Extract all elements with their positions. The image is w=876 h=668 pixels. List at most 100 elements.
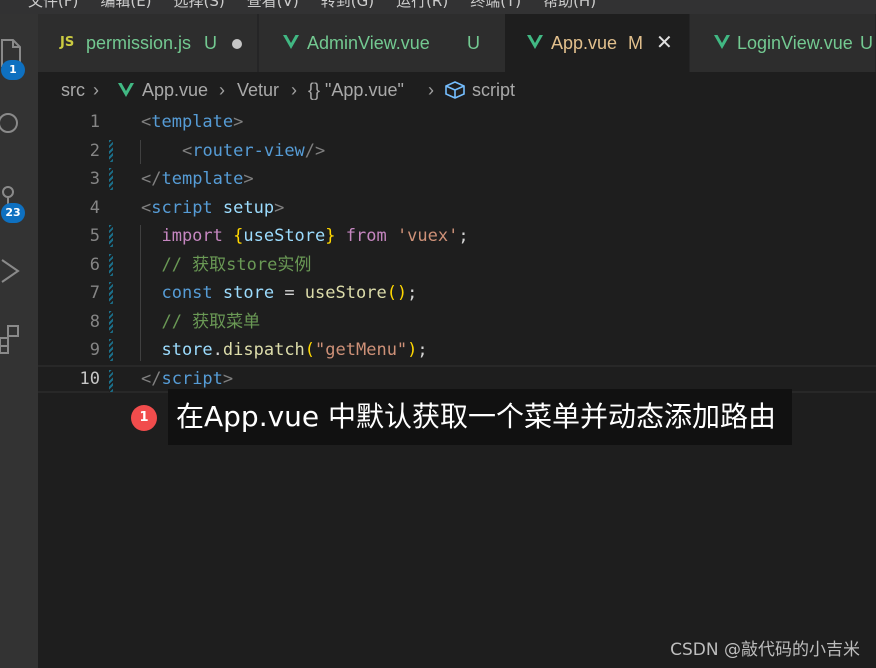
line-number: 9 (89, 340, 100, 360)
error-badge: 1 (131, 405, 157, 431)
code-line[interactable]: 1 <template> (38, 108, 876, 136)
code-token: ; (417, 340, 428, 360)
menu-item[interactable]: 终端(T) (470, 0, 521, 10)
line-number: 2 (89, 140, 100, 161)
menu-item[interactable]: 文件(F) (28, 0, 78, 10)
code-line[interactable]: 4 <script setup> (38, 194, 876, 222)
breadcrumb-app-vue-block[interactable]: {} "App.vue" (308, 72, 404, 108)
code-line[interactable]: 8 // 获取菜单 (38, 308, 876, 336)
breadcrumb: src › App.vue › Vetur › {} "App.vue" › s… (38, 72, 876, 108)
code-token: const (141, 283, 223, 303)
tab-status: M (628, 33, 643, 53)
tab-app-vue[interactable]: App.vue M ✕ (505, 14, 690, 72)
js-file-icon: JS (60, 35, 75, 50)
code-token: // 获取菜单 (141, 311, 261, 332)
cube-icon (445, 81, 465, 99)
code-line[interactable]: 7 const store = useStore(); (38, 279, 876, 307)
watermark: CSDN @敲代码的小吉米 (670, 640, 860, 660)
code-line[interactable]: 5 import {useStore} from 'vuex'; (38, 222, 876, 250)
code-text: <router-view/> (141, 137, 325, 165)
git-change-marker[interactable] (109, 225, 113, 247)
code-editor[interactable]: 1 <template> 2 <router-view/> 3 </template> 4… (38, 108, 876, 668)
code-line[interactable]: 6 // 获取store实例 (38, 251, 876, 279)
tab-status: U (860, 33, 873, 53)
tab-permission-js[interactable]: JS permission.js U (38, 14, 258, 72)
git-change-marker[interactable] (109, 139, 113, 162)
menu-item[interactable]: 帮助(H) (543, 0, 596, 10)
tab-status: U (467, 33, 480, 53)
tab-label: permission.js (86, 33, 192, 53)
line-number: 5 (89, 226, 100, 246)
code-text: store.dispatch("getMenu"); (141, 336, 428, 364)
code-token: < (141, 197, 152, 218)
code-line[interactable]: 9 store.dispatch("getMenu"); (38, 336, 876, 364)
git-change-marker[interactable] (109, 253, 113, 276)
code-token: < (141, 112, 152, 132)
code-token: </ (141, 169, 162, 189)
menu-item[interactable]: 编辑(E) (100, 0, 151, 10)
line-number: 3 (89, 169, 100, 189)
tab-admin-view[interactable]: AdminView.vue U (259, 14, 509, 72)
chevron-right-icon: › (291, 80, 297, 100)
code-line[interactable]: 2 <router-view/> (38, 137, 876, 165)
breadcrumb-src[interactable]: src (61, 72, 85, 108)
tab-login-view[interactable]: LoginView.vue U (690, 14, 876, 72)
code-token: /> (304, 140, 326, 161)
code-line[interactable]: 3 </template> (38, 165, 876, 193)
menu-item[interactable]: 转到(G) (321, 0, 374, 10)
line-number: 6 (89, 254, 100, 275)
git-change-marker[interactable] (109, 168, 113, 190)
breadcrumb-vetur[interactable]: Vetur (237, 72, 279, 108)
code-token: </ (141, 368, 162, 389)
line-number: 4 (89, 197, 100, 218)
code-token: () (386, 283, 408, 303)
unsaved-dot-icon[interactable] (232, 39, 242, 49)
git-change-marker[interactable] (109, 310, 113, 333)
code-token: setup (222, 197, 275, 218)
code-text: const store = useStore(); (141, 279, 417, 307)
code-token: script (161, 368, 223, 389)
code-token: script (151, 197, 213, 218)
git-change-marker[interactable] (109, 282, 113, 304)
code-token: < (181, 140, 193, 161)
tab-status: U (204, 33, 217, 53)
vue-file-icon (714, 35, 730, 49)
vue-file-icon (283, 35, 299, 49)
breadcrumb-app-vue[interactable]: App.vue (142, 72, 208, 108)
close-icon[interactable]: ✕ (656, 14, 673, 72)
menu-item[interactable]: 查看(V) (247, 0, 299, 10)
chevron-right-icon: › (428, 80, 434, 100)
git-change-marker[interactable] (109, 369, 113, 392)
source-control-badge: 23 (1, 203, 25, 223)
vue-file-icon (527, 35, 543, 49)
tab-label: AdminView.vue (307, 33, 430, 53)
search-icon[interactable] (0, 109, 22, 139)
code-text: </template> (141, 165, 254, 193)
chevron-right-icon: › (219, 80, 225, 100)
code-text: import {useStore} from 'vuex'; (141, 222, 468, 250)
git-change-marker[interactable] (109, 339, 113, 361)
menu-items: 文件(F) 编辑(E) 选择(S) 查看(V) 转到(G) 运行(R) 终端(T) 帮助(H) (28, 0, 618, 10)
code-token: > (243, 169, 254, 189)
code-token: ; (407, 283, 418, 303)
activity-bar: 1 23 (0, 14, 38, 668)
code-token: store (141, 340, 213, 360)
extensions-icon[interactable] (0, 324, 22, 354)
menu-item[interactable]: 运行(R) (396, 0, 448, 10)
code-token: template (151, 112, 234, 132)
code-token: { (233, 226, 244, 246)
tab-label: App.vue (551, 33, 618, 53)
code-token: ) (407, 340, 418, 360)
explorer-badge: 1 (1, 60, 25, 80)
code-token: import (141, 226, 234, 246)
code-token: from (335, 226, 397, 246)
chevron-right-icon: › (93, 80, 99, 100)
annotation-caption: 在App.vue 中默认获取一个菜单并动态添加路由 (168, 389, 793, 445)
editor-tab-bar: JS permission.js U AdminView.vue U App.v… (38, 14, 876, 72)
code-token: useStore (304, 283, 387, 303)
code-text: // 获取菜单 (141, 308, 260, 336)
menu-item[interactable]: 选择(S) (174, 0, 225, 10)
breadcrumb-script[interactable]: script (472, 72, 515, 108)
run-debug-icon[interactable] (0, 256, 22, 286)
